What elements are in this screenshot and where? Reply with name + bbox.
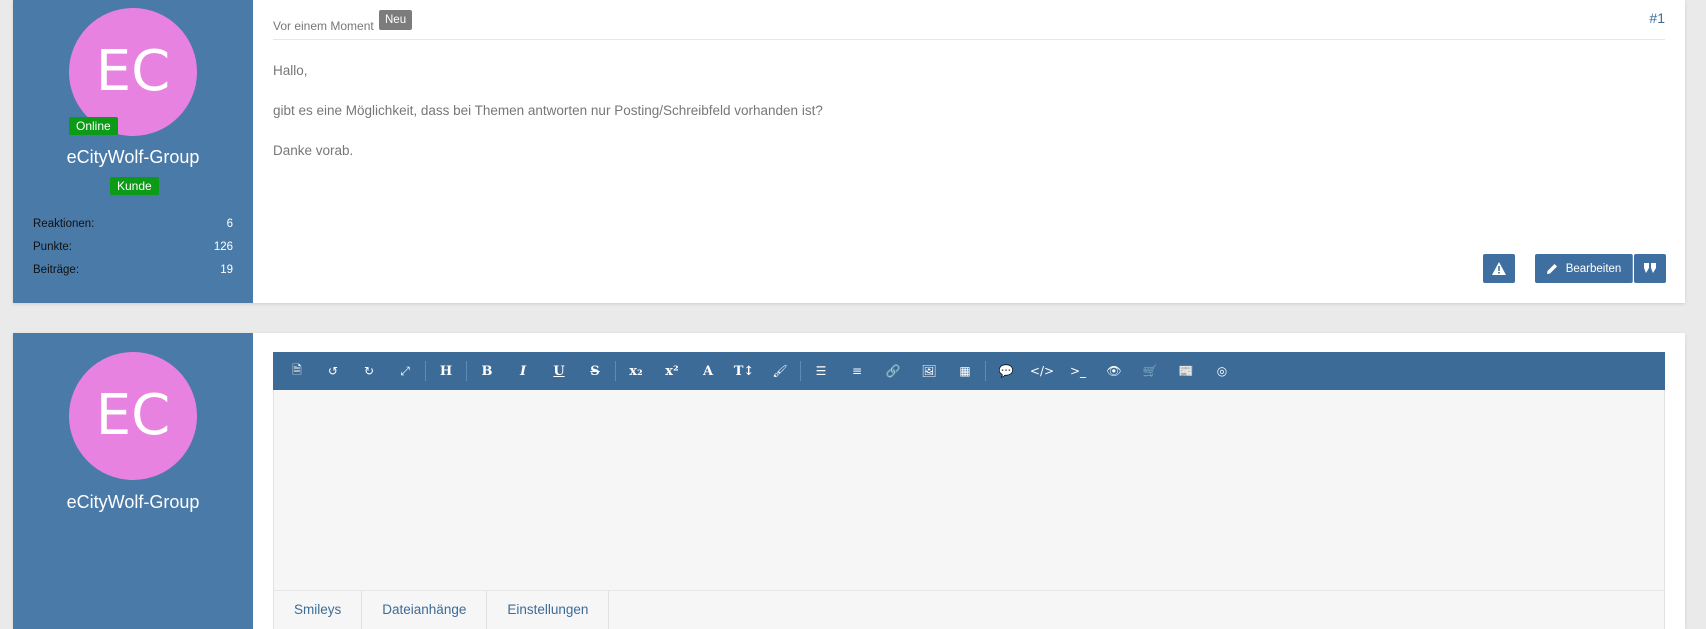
stat-row-reactions: Reaktionen: 6: [33, 215, 233, 238]
warning-icon: [1492, 262, 1506, 275]
stat-label: Reaktionen:: [33, 218, 95, 230]
stat-value: 19: [220, 264, 233, 276]
quote-icon: [1643, 263, 1656, 273]
username[interactable]: eCityWolf-Group: [13, 492, 253, 513]
stat-label: Punkte:: [33, 241, 72, 253]
editor-textarea[interactable]: [273, 390, 1665, 590]
stat-row-posts: Beiträge: 19: [33, 261, 233, 284]
align-left-icon[interactable]: ≡: [839, 352, 875, 390]
stat-row-points: Punkte: 126: [33, 238, 233, 261]
heading-icon[interactable]: H: [428, 352, 464, 390]
strikethrough-icon[interactable]: S: [577, 352, 613, 390]
editor-tabs: Smileys Dateianhänge Einstellungen: [273, 590, 1665, 629]
username[interactable]: eCityWolf-Group: [13, 147, 253, 168]
subscript-icon[interactable]: x₂: [618, 352, 654, 390]
brush-icon[interactable]: 🖌: [762, 352, 798, 390]
post-card: EC Online eCityWolf-Group Kunde Reaktion…: [13, 0, 1685, 303]
image-icon[interactable]: 🖼: [911, 352, 947, 390]
tab-attachments[interactable]: Dateianhänge: [362, 591, 488, 629]
post-permalink[interactable]: #1: [1649, 10, 1665, 26]
editor-toolbar: 🗎 ↺ ↻ ⤢ H B I U S x₂ x² A T↕ 🖌 ☰ ≡ 🔗 🖼 ▦…: [273, 352, 1665, 390]
table-icon[interactable]: ▦: [947, 352, 983, 390]
link-icon[interactable]: 🔗: [875, 352, 911, 390]
rank-badge: Kunde: [110, 177, 159, 195]
underline-icon[interactable]: U: [541, 352, 577, 390]
tab-settings[interactable]: Einstellungen: [487, 591, 610, 629]
font-size-icon[interactable]: T↕: [726, 352, 762, 390]
new-badge: Neu: [379, 10, 413, 30]
toolbar-divider: [425, 361, 426, 381]
reply-author-sidebar: EC eCityWolf-Group: [13, 333, 253, 629]
font-color-icon[interactable]: A: [690, 352, 726, 390]
post-paragraph: Danke vorab.: [273, 143, 354, 158]
post-paragraph: gibt es eine Möglichkeit, dass bei Theme…: [273, 103, 823, 118]
pencil-icon: [1546, 263, 1557, 274]
stat-label: Beiträge:: [33, 264, 80, 276]
superscript-icon[interactable]: x²: [654, 352, 690, 390]
media-icon[interactable]: 📰: [1168, 352, 1204, 390]
post-author-sidebar: EC Online eCityWolf-Group Kunde Reaktion…: [13, 0, 253, 303]
post-content: Hallo, gibt es eine Möglichkeit, dass be…: [273, 62, 823, 182]
tab-smileys[interactable]: Smileys: [274, 591, 363, 629]
post-header: Vor einem Moment Neu #1: [273, 8, 1665, 40]
undo-icon[interactable]: ↺: [315, 352, 351, 390]
quote-button[interactable]: [1634, 254, 1666, 283]
reply-card: EC eCityWolf-Group 🗎 ↺ ↻ ⤢ H B I U S x₂ …: [13, 333, 1685, 629]
post-time[interactable]: Vor einem Moment: [273, 19, 374, 33]
reply-editor: 🗎 ↺ ↻ ⤢ H B I U S x₂ x² A T↕ 🖌 ☰ ≡ 🔗 🖼 ▦…: [273, 352, 1665, 629]
avatar[interactable]: EC: [69, 352, 197, 480]
source-code-icon[interactable]: 🗎: [279, 352, 315, 390]
toolbar-divider: [615, 361, 616, 381]
toolbar-divider: [466, 361, 467, 381]
redo-icon[interactable]: ↻: [351, 352, 387, 390]
report-button[interactable]: [1483, 254, 1515, 283]
edit-button[interactable]: Bearbeiten: [1535, 254, 1633, 283]
list-icon[interactable]: ☰: [803, 352, 839, 390]
terminal-icon[interactable]: >_: [1060, 352, 1096, 390]
spoiler-icon[interactable]: 👁: [1096, 352, 1132, 390]
globe-icon[interactable]: ◎: [1204, 352, 1240, 390]
italic-icon[interactable]: I: [505, 352, 541, 390]
edit-button-label: Bearbeiten: [1565, 262, 1622, 275]
toolbar-divider: [985, 361, 986, 381]
user-stats: Reaktionen: 6 Punkte: 126 Beiträge: 19: [33, 215, 233, 284]
comment-icon[interactable]: 💬: [988, 352, 1024, 390]
fullscreen-icon[interactable]: ⤢: [387, 352, 423, 390]
toolbar-divider: [800, 361, 801, 381]
stat-value: 126: [213, 241, 233, 253]
stat-value: 6: [226, 218, 233, 230]
shopping-cart-icon[interactable]: 🛒: [1132, 352, 1168, 390]
online-badge: Online: [69, 117, 118, 135]
bold-icon[interactable]: B: [469, 352, 505, 390]
post-paragraph: Hallo,: [273, 63, 308, 78]
code-icon[interactable]: </>: [1024, 352, 1060, 390]
